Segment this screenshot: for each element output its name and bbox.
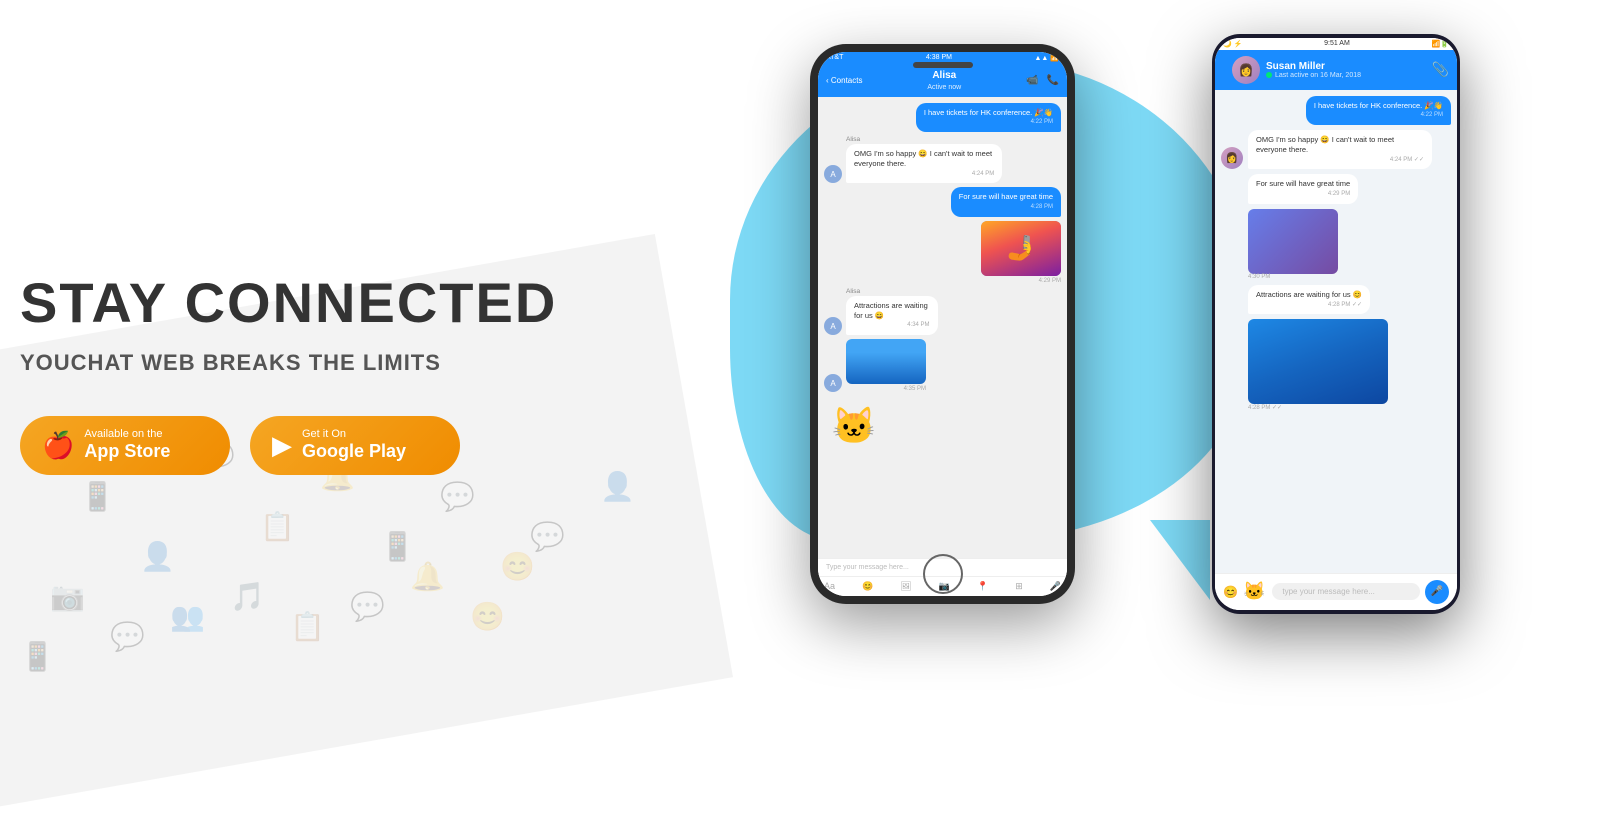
sender-alisa-2: Alisa [846,288,968,295]
msg-time-r2: 4:34 PM [854,322,930,330]
toolbar-emoji: 😊 [862,581,873,592]
store-buttons: 🍎 Available on the App Store ▶ Get it On… [20,416,580,475]
msg-sent-2: For sure will have great time 4:28 PM [951,187,1061,217]
toolbar-image: 🖼 [900,581,911,592]
play-icon: ▶ [272,430,292,461]
left-content: STAY CONNECTED YOUCHAT WEB BREAKS THE LI… [0,0,580,687]
phones-area: AT&T 4:38 PM ▲▲ 📶 ‹ Contacts Alisa Activ… [580,0,1600,687]
msg-received-2: A Alisa Attractions are waiting for us 😄… [824,288,1061,335]
msg2-bubble-received-1: OMG I'm so happy 😄 I can't wait to meet … [1248,130,1432,169]
status-dot [1266,72,1272,78]
msg2-time-r1: 4:24 PM ✓✓ [1256,157,1424,165]
subtitle: YOUCHAT WEB BREAKS THE LIMITS [20,350,580,376]
app-store-button[interactable]: 🍎 Available on the App Store [20,416,230,475]
google-play-text: Get it On Google Play [302,428,406,463]
gif-icon: 🐱 [1243,581,1265,602]
emoji-button-2[interactable]: 😊 [1223,585,1238,599]
msg2-time-img1: 4:30 PM [1248,274,1451,280]
toolbar-aa: Aa [824,581,835,591]
chat-name-2: Susan Miller [1266,61,1426,72]
chat-ui-2: 🌙 ⚡ 9:51 AM 📶🔋 ‹ 👩 Susan Miller Last act [1215,38,1457,610]
avatar-susan-2: 👩 [1221,147,1243,169]
time-1: 4:38 PM [926,54,952,62]
msg2-received-img1: 4:30 PM [1248,209,1451,280]
phone-icon: 📞 [1047,75,1059,86]
time-2: 9:51 AM [1324,40,1350,48]
image-park [846,339,926,384]
toolbar-mic: 🎤 [1050,581,1061,592]
chat-nav-1: ‹ Contacts Alisa Active now 📹 📞 [818,64,1067,97]
chat-status-2: Last active on 16 Mar, 2018 [1266,72,1426,79]
google-play-button[interactable]: ▶ Get it On Google Play [250,416,460,475]
chat-ui-1: AT&T 4:38 PM ▲▲ 📶 ‹ Contacts Alisa Activ… [818,52,1067,596]
sticker-msg: 🐱 [824,396,884,456]
msg-bubble-received-1: OMG I'm so happy 😄 I can't wait to meet … [846,144,1002,183]
attachment-icon: 📎 [1432,61,1449,78]
carrier: AT&T [826,54,843,62]
chat-action-icons: 📹 📞 [1026,75,1059,86]
apple-icon: 🍎 [42,430,74,461]
msg2-time-1: 4:22 PM [1314,112,1443,120]
signal-icons: ▲▲ 📶 [1034,54,1059,62]
msg-time-r1: 4:24 PM [854,171,994,179]
avatar-alisa-3: A [824,374,842,392]
msg2-sent-1: I have tickets for HK conference. 🎉👋 4:2… [1306,96,1451,126]
phone-2: 🌙 ⚡ 9:51 AM 📶🔋 ‹ 👩 Susan Miller Last act [1212,34,1460,614]
status-bar-2: 🌙 ⚡ 9:51 AM 📶🔋 [1215,38,1457,50]
main-title: STAY CONNECTED [20,272,580,334]
msg-received-img: A 4:35 PM [824,339,1061,392]
chat-messages-1: I have tickets for HK conference. 🎉👋 4:2… [818,97,1067,558]
msg2-received-3: Attractions are waiting for us 😊 4:28 PM… [1248,285,1370,315]
msg2-time-r2: 4:29 PM [1256,191,1350,199]
app-store-big-label: App Store [84,441,170,463]
msg2-received-img2: 4:28 PM ✓✓ [1248,319,1451,411]
phone-1-home-button [923,554,963,594]
msg2-received-2: For sure will have great time 4:29 PM [1248,174,1358,204]
phones-wrapper: AT&T 4:38 PM ▲▲ 📶 ‹ Contacts Alisa Activ… [790,24,1470,664]
signal-icons-2: 📶🔋 [1432,40,1449,48]
chat-messages-2: I have tickets for HK conference. 🎉👋 4:2… [1215,90,1457,573]
chat-header-info-2: Susan Miller Last active on 16 Mar, 2018 [1266,61,1426,79]
phone-1-speaker [913,62,973,68]
image2-selfie [1248,209,1338,274]
msg-sent-1: I have tickets for HK conference. 🎉👋 4:2… [916,103,1061,133]
input-placeholder-2[interactable]: type your message here... [1272,583,1420,600]
chat-header-2: ‹ 👩 Susan Miller Last active on 16 Mar, … [1215,50,1457,90]
msg-time-2: 4:28 PM [959,204,1053,212]
google-play-small-label: Get it On [302,428,406,441]
app-store-text: Available on the App Store [84,428,170,463]
image2-park [1248,319,1388,404]
msg-time-1: 4:22 PM [924,119,1053,127]
moon-icon: 🌙 ⚡ [1223,40,1242,48]
back-arrow-2: ‹ [1223,65,1226,75]
avatar-alisa-2: A [824,317,842,335]
msg-time-img2: 4:35 PM [846,386,926,392]
mic-button-2[interactable]: 🎤 [1425,580,1449,604]
toolbar-location: 📍 [977,581,988,592]
phone-2-screen: 🌙 ⚡ 9:51 AM 📶🔋 ‹ 👩 Susan Miller Last act [1215,38,1457,610]
chat-status-1: Active now [927,84,961,94]
msg-sent-image-1: 4:29 PM [981,221,1061,284]
chat-name-1: Alisa [927,67,961,84]
app-store-small-label: Available on the [84,428,170,441]
msg-time-img1: 4:29 PM [981,278,1061,284]
phone-1: AT&T 4:38 PM ▲▲ 📶 ‹ Contacts Alisa Activ… [810,44,1075,604]
video-icon: 📹 [1026,75,1038,86]
google-play-big-label: Google Play [302,441,406,463]
sender-name-alisa: Alisa [846,136,1054,143]
avatar-susan: 👩 [1232,56,1260,84]
toolbar-more: ⊞ [1015,581,1023,592]
msg-bubble-received-2: Attractions are waiting for us 😄 4:34 PM [846,296,938,335]
phone-1-screen: AT&T 4:38 PM ▲▲ 📶 ‹ Contacts Alisa Activ… [818,52,1067,596]
back-contacts: ‹ Contacts [826,76,862,85]
msg2-time-img2: 4:28 PM ✓✓ [1248,404,1451,411]
avatar-alisa: A [824,165,842,183]
msg2-time-r3: 4:28 PM ✓✓ [1256,302,1362,310]
chat-input-bar-2[interactable]: 😊 🐱 type your message here... 🎤 [1215,573,1457,610]
msg2-received-1: 👩 OMG I'm so happy 😄 I can't wait to mee… [1221,130,1451,169]
msg-received-1: A Alisa OMG I'm so happy 😄 I can't wait … [824,136,1061,183]
image-selfie [981,221,1061,276]
